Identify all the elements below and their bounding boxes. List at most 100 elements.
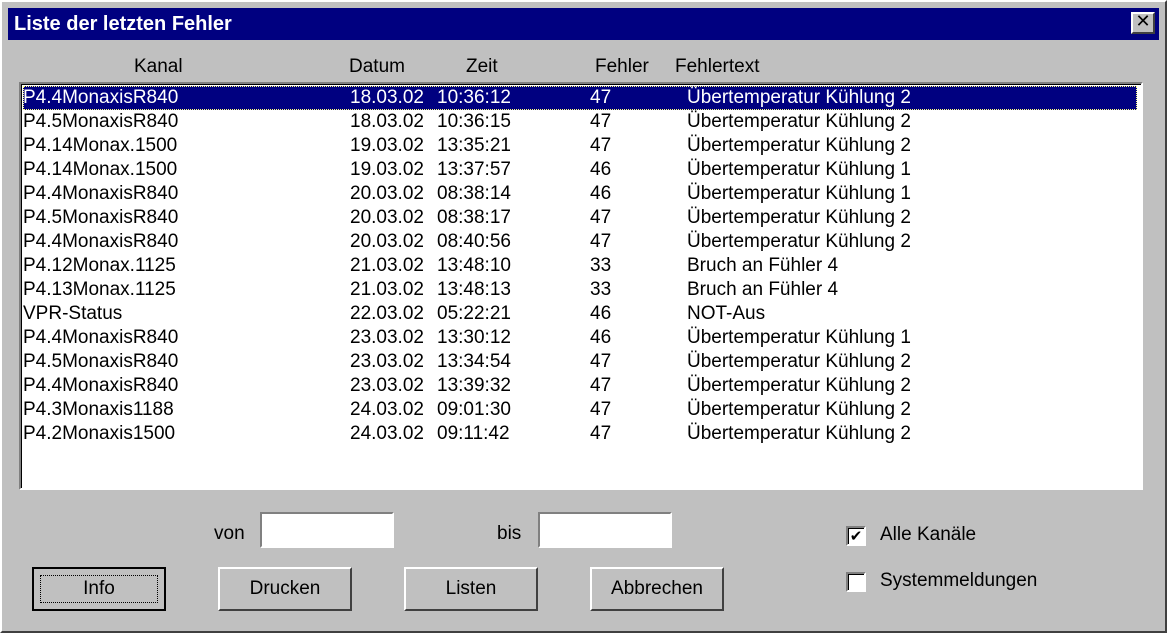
title-bar: Liste der letzten Fehler ✕	[8, 8, 1159, 40]
cell-zeit: 08:38:14	[437, 183, 511, 204]
alle-kanaele-label[interactable]: Alle Kanäle	[880, 524, 976, 546]
cell-fehler: 47	[590, 111, 612, 132]
cell-fehler: 47	[590, 207, 612, 228]
cell-zeit: 09:01:30	[437, 399, 511, 420]
cell-fehlertext: NOT-Aus	[687, 303, 766, 324]
cell-kanal: P4.5MonaxisR840	[23, 207, 179, 228]
table-row[interactable]: P4.12Monax.1125 21.03.02 13:48:10 33 Bruch a…	[23, 254, 1137, 278]
cell-kanal: P4.4MonaxisR840	[23, 231, 179, 252]
cell-kanal: P4.5MonaxisR840	[23, 351, 179, 372]
cell-datum: 23.03.02	[350, 375, 424, 396]
cell-fehlertext: Übertemperatur Kühlung 2	[687, 111, 911, 132]
cancel-button[interactable]: Abbrechen	[590, 567, 724, 611]
close-button[interactable]: ✕	[1131, 12, 1155, 34]
cell-fehler: 47	[590, 423, 612, 444]
table-row[interactable]: P4.5MonaxisR840 23.03.02 13:34:54 47 Übertem…	[23, 350, 1137, 374]
cell-fehlertext: Übertemperatur Kühlung 2	[687, 207, 911, 228]
cell-fehler: 33	[590, 255, 612, 276]
cell-zeit: 05:22:21	[437, 303, 511, 324]
von-input[interactable]	[260, 512, 394, 548]
cell-datum: 20.03.02	[350, 183, 424, 204]
bis-input[interactable]	[538, 512, 672, 548]
print-button[interactable]: Drucken	[218, 567, 352, 611]
cell-kanal: P4.12Monax.1125	[23, 255, 176, 276]
cell-kanal: P4.14Monax.1500	[23, 135, 178, 156]
cell-fehler: 33	[590, 279, 612, 300]
table-row[interactable]: P4.14Monax.1500 19.03.02 13:37:57 46 Übertem…	[23, 158, 1137, 182]
table-row[interactable]: P4.4MonaxisR840 18.03.02 10:36:12 47 Übertem…	[23, 86, 1137, 110]
cell-datum: 18.03.02	[350, 87, 424, 108]
table-row[interactable]: P4.3Monaxis1188 24.03.02 09:01:30 47 Übertem…	[23, 398, 1137, 422]
systemmeldungen-label[interactable]: Systemmeldungen	[880, 570, 1037, 592]
cell-fehlertext: Übertemperatur Kühlung 2	[687, 231, 911, 252]
cell-datum: 21.03.02	[350, 279, 424, 300]
cell-fehlertext: Übertemperatur Kühlung 2	[687, 423, 911, 444]
cell-kanal: P4.5MonaxisR840	[23, 111, 179, 132]
column-header-zeit: Zeit	[466, 56, 498, 77]
systemmeldungen-checkbox[interactable]	[846, 572, 866, 592]
bis-label: bis	[497, 523, 522, 544]
column-header-kanal: Kanal	[134, 56, 183, 77]
cell-fehler: 47	[590, 351, 612, 372]
table-row[interactable]: P4.5MonaxisR840 18.03.02 10:36:15 47 Übertem…	[23, 110, 1137, 134]
table-row[interactable]: P4.2Monaxis1500 24.03.02 09:11:42 47 Übertem…	[23, 422, 1137, 446]
cell-fehlertext: Übertemperatur Kühlung 2	[687, 135, 911, 156]
cell-datum: 23.03.02	[350, 327, 424, 348]
cell-kanal: P4.13Monax.1125	[23, 279, 176, 300]
info-button[interactable]: Info	[32, 567, 166, 611]
cell-kanal: P4.4MonaxisR840	[23, 375, 179, 396]
table-row[interactable]: P4.4MonaxisR840 23.03.02 13:30:12 46 Übertem…	[23, 326, 1137, 350]
column-header-fehlertext: Fehlertext	[675, 56, 760, 77]
cell-fehlertext: Übertemperatur Kühlung 1	[687, 183, 911, 204]
cell-fehlertext: Übertemperatur Kühlung 1	[687, 159, 911, 180]
cell-fehlertext: Übertemperatur Kühlung 1	[687, 327, 911, 348]
cell-kanal: P4.2Monaxis1500	[23, 423, 176, 444]
cell-zeit: 10:36:15	[437, 111, 511, 132]
cell-kanal: VPR-Status	[23, 303, 123, 324]
cell-kanal: P4.14Monax.1500	[23, 159, 178, 180]
cell-fehlertext: Übertemperatur Kühlung 2	[687, 351, 911, 372]
cell-fehler: 47	[590, 87, 612, 108]
cell-fehler: 47	[590, 399, 612, 420]
cell-zeit: 13:30:12	[437, 327, 511, 348]
cell-datum: 18.03.02	[350, 111, 424, 132]
von-label: von	[214, 523, 245, 544]
cell-datum: 19.03.02	[350, 135, 424, 156]
cell-fehler: 46	[590, 183, 612, 204]
table-row[interactable]: P4.4MonaxisR840 20.03.02 08:40:56 47 Übertem…	[23, 230, 1137, 254]
column-header-fehler: Fehler	[595, 56, 649, 77]
cell-zeit: 09:11:42	[437, 423, 510, 444]
list-button[interactable]: Listen	[404, 567, 538, 611]
table-row[interactable]: P4.14Monax.1500 19.03.02 13:35:21 47 Übertem…	[23, 134, 1137, 158]
cell-datum: 24.03.02	[350, 399, 424, 420]
cell-datum: 19.03.02	[350, 159, 424, 180]
cell-fehler: 47	[590, 135, 612, 156]
cell-kanal: P4.4MonaxisR840	[23, 327, 179, 348]
cell-zeit: 13:35:21	[437, 135, 511, 156]
window-title: Liste der letzten Fehler	[14, 13, 232, 35]
cell-zeit: 13:48:13	[437, 279, 511, 300]
cell-datum: 23.03.02	[350, 351, 424, 372]
cell-datum: 21.03.02	[350, 255, 424, 276]
error-listbox[interactable]: P4.4MonaxisR840 18.03.02 10:36:12 47 Übertem…	[19, 82, 1143, 490]
cell-kanal: P4.4MonaxisR840	[23, 183, 179, 204]
column-header-datum: Datum	[349, 56, 405, 77]
cell-zeit: 10:36:12	[437, 87, 511, 108]
table-row[interactable]: P4.13Monax.1125 21.03.02 13:48:13 33 Bruch a…	[23, 278, 1137, 302]
cell-fehler: 47	[590, 231, 612, 252]
check-icon: ✔	[849, 527, 863, 545]
table-row[interactable]: P4.4MonaxisR840 20.03.02 08:38:14 46 Übertem…	[23, 182, 1137, 206]
table-row[interactable]: VPR-Status 22.03.02 05:22:21 46 NOT-Aus	[23, 302, 1137, 326]
cell-kanal: P4.4MonaxisR840	[23, 87, 179, 108]
table-row[interactable]: P4.4MonaxisR840 23.03.02 13:39:32 47 Übertem…	[23, 374, 1137, 398]
cell-datum: 22.03.02	[350, 303, 424, 324]
cell-datum: 20.03.02	[350, 231, 424, 252]
cell-zeit: 08:40:56	[437, 231, 511, 252]
cell-datum: 20.03.02	[350, 207, 424, 228]
cell-zeit: 13:34:54	[437, 351, 511, 372]
cell-zeit: 13:37:57	[437, 159, 511, 180]
cell-kanal: P4.3Monaxis1188	[23, 399, 174, 420]
cell-fehlertext: Bruch an Fühler 4	[687, 255, 839, 276]
table-row[interactable]: P4.5MonaxisR840 20.03.02 08:38:17 47 Übertem…	[23, 206, 1137, 230]
alle-kanaele-checkbox[interactable]: ✔	[846, 526, 866, 546]
